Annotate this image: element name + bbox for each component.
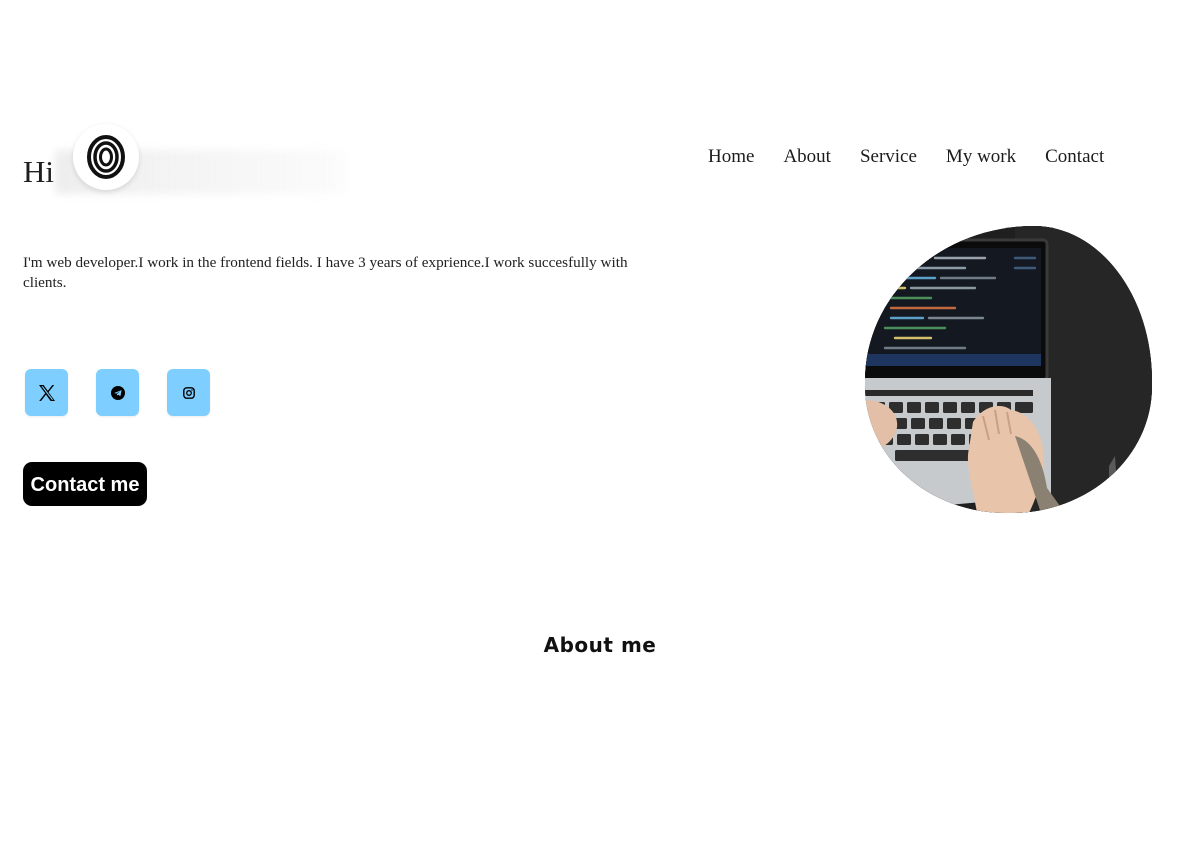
instagram-button[interactable] xyxy=(167,369,210,416)
nav-contact[interactable]: Contact xyxy=(1045,145,1104,169)
nav-about[interactable]: About xyxy=(783,145,831,169)
fingerprint-oval-logo-icon xyxy=(87,135,125,179)
telegram-icon xyxy=(110,385,125,400)
social-links xyxy=(25,369,238,416)
nav-home[interactable]: Home xyxy=(708,145,754,169)
instagram-icon xyxy=(182,386,195,399)
greeting-text: Hi xyxy=(23,154,54,189)
x-twitter-button[interactable] xyxy=(25,369,68,416)
main-nav: Home About Service My work Contact xyxy=(708,145,1104,169)
laptop-typing-image xyxy=(865,226,1152,513)
contact-me-button[interactable]: Contact me xyxy=(23,462,147,506)
nav-my-work[interactable]: My work xyxy=(946,145,1016,169)
x-twitter-icon xyxy=(38,384,55,401)
laptop-scene-illustration xyxy=(865,226,1152,513)
nav-service[interactable]: Service xyxy=(860,145,917,169)
telegram-button[interactable] xyxy=(96,369,139,416)
site-logo[interactable] xyxy=(73,124,139,190)
about-section-title: About me xyxy=(543,633,657,657)
intro-text: I'm web developer.I work in the frontend… xyxy=(23,254,628,291)
